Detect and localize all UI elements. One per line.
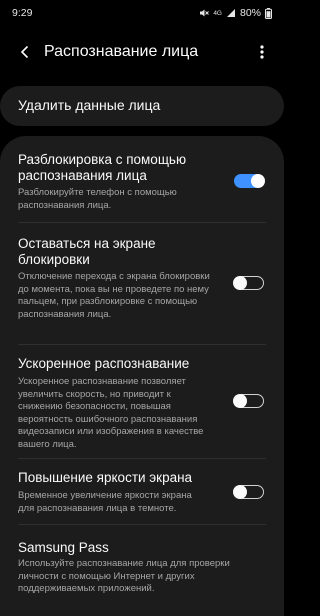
- toggle-knob: [251, 174, 265, 188]
- divider: [18, 458, 266, 459]
- delete-face-data-label: Удалить данные лица: [18, 97, 161, 113]
- setting-description: Отключение перехода с экрана блокировки …: [18, 271, 210, 320]
- setting-title: Samsung Pass: [18, 540, 109, 555]
- stay-on-lock-screen-toggle[interactable]: [233, 276, 264, 290]
- face-unlock-toggle[interactable]: [234, 174, 265, 188]
- faster-recognition-toggle[interactable]: [233, 394, 264, 408]
- setting-title: Оставаться на экране блокировки: [18, 236, 156, 267]
- signal-bars-icon: [226, 9, 235, 17]
- divider: [18, 524, 266, 525]
- toggle-knob: [233, 485, 247, 499]
- setting-description: Ускоренное распознавание позволяет увели…: [18, 376, 204, 450]
- setting-description: Используйте распознавание лица для прове…: [18, 558, 230, 594]
- status-bar: 9:29 4G 80%: [0, 0, 284, 26]
- chevron-left-icon: [20, 45, 29, 59]
- divider: [18, 344, 266, 345]
- setting-title: Повышение яркости экрана: [18, 470, 193, 485]
- toggle-knob: [233, 276, 247, 290]
- settings-list: Разблокировка с помощью распознавания ли…: [0, 136, 284, 616]
- setting-description: Временное увеличение яркости экрана для …: [18, 490, 192, 514]
- battery-icon: [265, 7, 272, 19]
- setting-face-unlock[interactable]: Разблокировка с помощью распознавания ли…: [0, 152, 284, 230]
- setting-brighten-screen[interactable]: Повышение яркости экрана Временное увели…: [0, 470, 284, 520]
- more-options-button[interactable]: [250, 34, 274, 70]
- setting-samsung-pass[interactable]: Samsung Pass Используйте распознавание л…: [0, 540, 284, 600]
- setting-title: Разблокировка с помощью распознавания ли…: [18, 152, 187, 183]
- setting-title: Ускоренное распознавание: [18, 356, 190, 371]
- brighten-screen-toggle[interactable]: [233, 485, 264, 499]
- more-vertical-icon: [260, 45, 264, 59]
- status-icons: 4G 80%: [199, 7, 272, 19]
- lte-signal-icon: 4G: [213, 9, 222, 17]
- setting-stay-on-lock-screen[interactable]: Оставаться на экране блокировки Отключен…: [0, 236, 284, 346]
- setting-description: Разблокируйте телефон с помощью распозна…: [18, 187, 177, 211]
- status-time: 9:29: [12, 7, 33, 19]
- battery-percent: 80%: [239, 7, 261, 19]
- page-title: Распознавание лица: [44, 43, 199, 60]
- mute-icon: [200, 9, 210, 17]
- toggle-knob: [233, 394, 247, 408]
- divider: [18, 222, 266, 223]
- delete-face-data-button[interactable]: Удалить данные лица: [0, 86, 284, 126]
- back-button[interactable]: [8, 34, 42, 70]
- app-bar: Распознавание лица: [0, 34, 284, 70]
- setting-faster-recognition[interactable]: Ускоренное распознавание Ускоренное расп…: [0, 356, 284, 464]
